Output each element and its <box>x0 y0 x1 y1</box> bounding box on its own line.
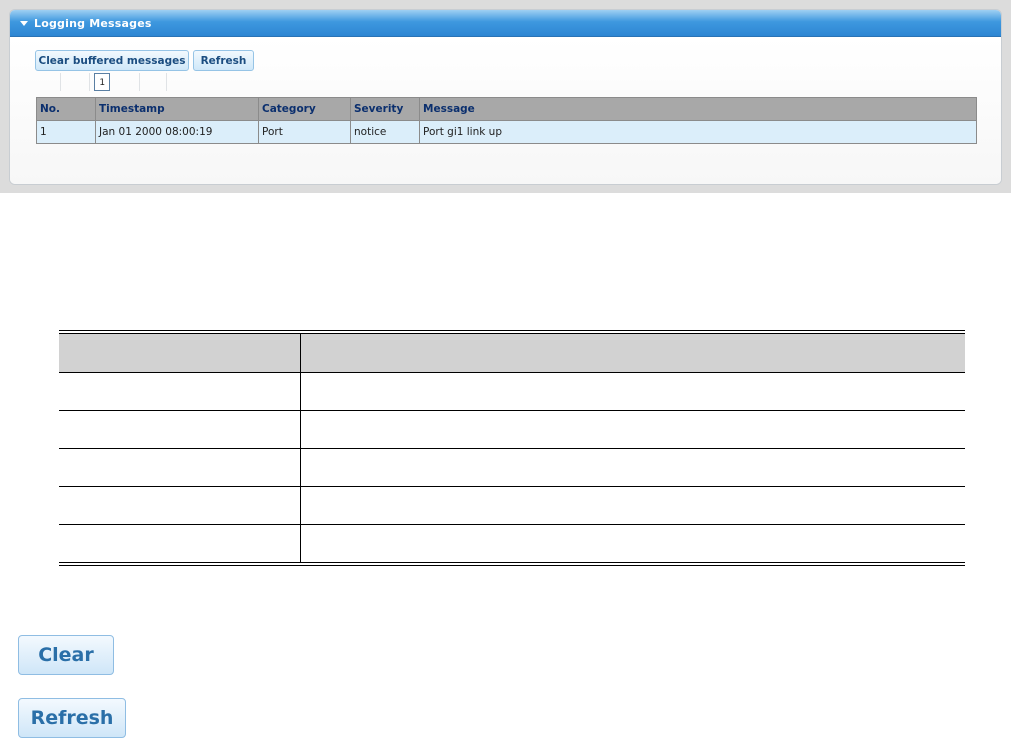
clear-buffered-messages-button[interactable]: Clear buffered messages <box>35 50 189 71</box>
description-table <box>59 330 965 566</box>
description-header-field <box>59 334 301 372</box>
cell-severity: notice <box>350 120 420 144</box>
refresh-button-small[interactable]: Refresh <box>193 50 254 71</box>
col-category: Category <box>258 97 351 121</box>
panel-header[interactable]: Logging Messages <box>10 10 1001 37</box>
last-page-link[interactable] <box>140 72 167 91</box>
description-row <box>59 525 965 562</box>
col-timestamp: Timestamp <box>95 97 259 121</box>
cell-message: Port gi1 link up <box>419 120 977 144</box>
description-row <box>59 373 965 411</box>
logging-screenshot: Logging Messages Clear buffered messages… <box>0 0 1011 193</box>
description-row <box>59 449 965 487</box>
next-page-link[interactable] <box>114 72 141 91</box>
log-table-header: No. Timestamp Category Severity Message <box>36 97 977 121</box>
log-table: No. Timestamp Category Severity Message … <box>36 97 977 144</box>
logging-messages-panel: Logging Messages Clear buffered messages… <box>9 9 1002 185</box>
panel-title: Logging Messages <box>34 16 152 30</box>
cell-category: Port <box>258 120 351 144</box>
clear-button[interactable]: Clear <box>18 635 114 675</box>
table-row[interactable]: 1 Jan 01 2000 08:00:19 Port notice Port … <box>36 120 977 144</box>
description-header-desc <box>301 334 965 372</box>
panel-body: Clear buffered messages Refresh 1 No. Ti… <box>10 37 1001 184</box>
description-header-row <box>59 334 965 373</box>
first-page-link[interactable] <box>35 72 62 91</box>
cell-timestamp: Jan 01 2000 08:00:19 <box>95 120 259 144</box>
description-row <box>59 411 965 449</box>
cell-no: 1 <box>36 120 96 144</box>
description-row <box>59 487 965 525</box>
col-no: No. <box>36 97 96 121</box>
prev-page-link[interactable] <box>61 72 91 91</box>
col-message: Message <box>419 97 977 121</box>
refresh-button[interactable]: Refresh <box>18 698 126 738</box>
collapse-triangle-icon[interactable] <box>20 20 28 26</box>
col-severity: Severity <box>350 97 420 121</box>
current-page[interactable]: 1 <box>94 72 111 91</box>
pagination: 1 <box>35 72 167 91</box>
